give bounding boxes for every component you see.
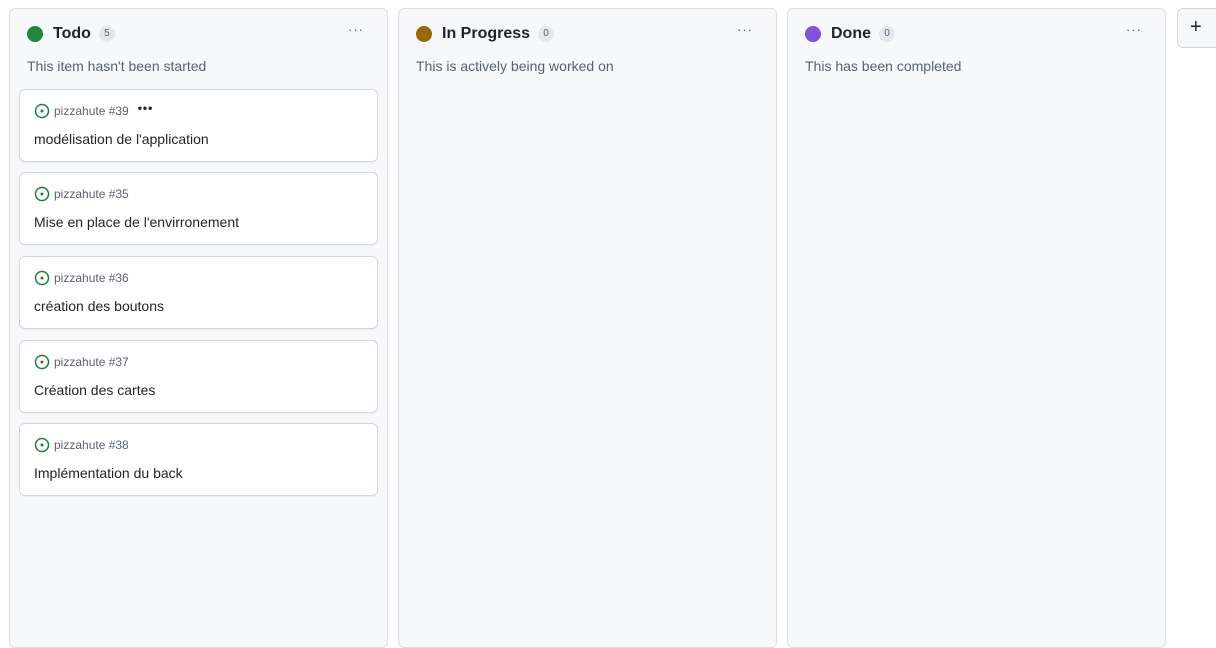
card-title[interactable]: Création des cartes [34, 381, 155, 399]
column-menu-button[interactable]: ··· [345, 23, 367, 41]
card-reference[interactable]: pizzahute #37 [54, 354, 129, 370]
card-meta: pizzahute #37 [34, 353, 129, 371]
card-title[interactable]: création des boutons [34, 297, 164, 315]
column-todo: Todo 5 ··· This item hasn't been started … [9, 8, 388, 648]
issue-card[interactable]: pizzahute #35 Mise en place de l'envirro… [19, 172, 378, 245]
column-menu-button[interactable]: ··· [1123, 23, 1145, 41]
card-reference[interactable]: pizzahute #35 [54, 186, 129, 202]
card-title[interactable]: Mise en place de l'envirronement [34, 213, 239, 231]
column-in-progress: In Progress 0 ··· This is actively being … [398, 8, 777, 648]
add-column-button[interactable]: + [1177, 8, 1216, 48]
card-reference[interactable]: pizzahute #39 [54, 103, 129, 119]
project-board: Todo 5 ··· This item hasn't been started … [0, 0, 1216, 648]
issue-card[interactable]: pizzahute #37 Création des cartes [19, 340, 378, 413]
column-description: This has been completed [805, 58, 962, 74]
count-badge: 0 [538, 26, 555, 42]
count-badge: 0 [879, 26, 895, 42]
card-title[interactable]: modélisation de l'application [34, 130, 209, 148]
column-header-in-progress: In Progress 0 ··· [399, 9, 776, 61]
issue-open-icon [34, 437, 50, 453]
column-done: Done 0 ··· This has been completed [787, 8, 1166, 648]
column-menu-button[interactable]: ··· [734, 23, 756, 41]
column-title: Done 0 [831, 24, 895, 44]
card-reference[interactable]: pizzahute #38 [54, 437, 129, 453]
count-badge: 5 [98, 26, 115, 42]
card-menu-button[interactable]: ••• [138, 102, 154, 114]
column-header-todo: Todo 5 ··· [10, 9, 387, 61]
column-description: This is actively being worked on [416, 58, 614, 74]
column-title: Todo 5 [53, 24, 115, 44]
column-header-done: Done 0 ··· [788, 9, 1165, 61]
issue-card[interactable]: pizzahute #38 Implémentation du back [19, 423, 378, 496]
issue-open-icon [34, 354, 50, 370]
card-meta: pizzahute #38 [34, 436, 129, 454]
issue-card[interactable]: pizzahute #39 ••• modélisation de l'appl… [19, 89, 378, 162]
column-description: This item hasn't been started [27, 58, 207, 74]
status-dot-icon [416, 26, 432, 42]
card-meta: pizzahute #36 [34, 269, 129, 287]
card-title[interactable]: Implémentation du back [34, 464, 183, 482]
card-reference[interactable]: pizzahute #36 [54, 270, 129, 286]
issue-card[interactable]: pizzahute #36 création des boutons [19, 256, 378, 329]
plus-icon: + [1190, 16, 1202, 38]
status-dot-icon [805, 26, 821, 42]
card-meta: pizzahute #35 [34, 185, 129, 203]
issue-open-icon [34, 103, 50, 119]
status-dot-icon [27, 26, 43, 42]
issue-open-icon [34, 270, 50, 286]
issue-open-icon [34, 186, 50, 202]
column-title: In Progress 0 [442, 24, 555, 44]
card-meta: pizzahute #39 ••• [34, 102, 153, 120]
